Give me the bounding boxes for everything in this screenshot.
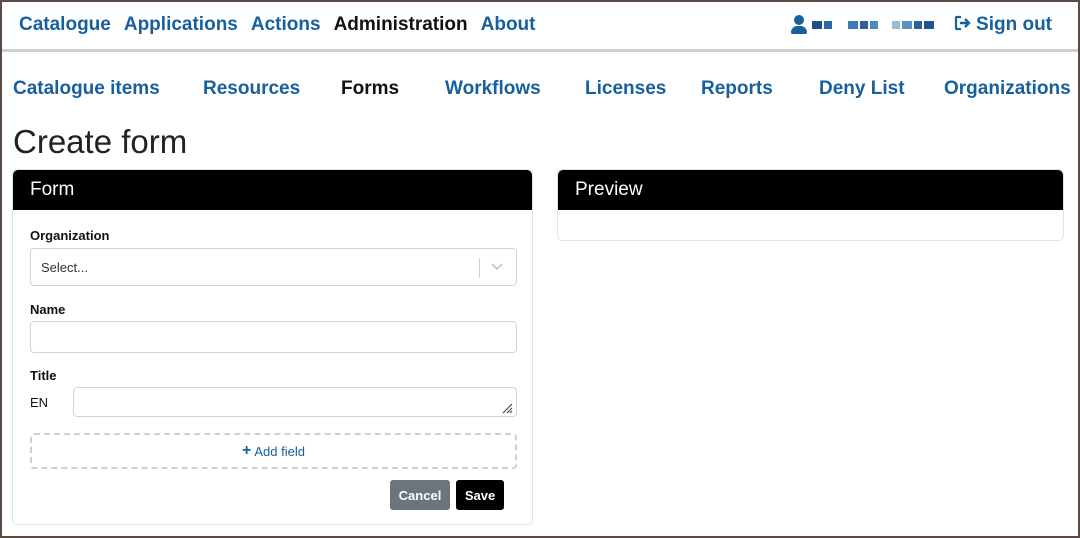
sign-out-icon — [954, 15, 972, 36]
sign-out-label: Sign out — [976, 14, 1052, 35]
organization-placeholder: Select... — [41, 260, 88, 275]
title-input-en[interactable] — [73, 387, 517, 417]
user-area: Sign out — [791, 14, 1052, 36]
admin-subnavigation: Catalogue items Resources Forms Workflow… — [2, 78, 1078, 104]
subnav-forms[interactable]: Forms — [341, 78, 399, 100]
form-card: Form Organization Select... Name Title E… — [12, 169, 533, 525]
add-field-label: Add field — [254, 443, 305, 459]
add-field-button[interactable]: + Add field — [30, 433, 517, 469]
subnav-catalogue-items[interactable]: Catalogue items — [13, 78, 160, 100]
subnav-organizations[interactable]: Organizations — [944, 78, 1071, 100]
user-menu[interactable] — [791, 15, 935, 35]
cancel-button[interactable]: Cancel — [390, 480, 450, 510]
subnav-workflows[interactable]: Workflows — [445, 78, 541, 100]
nav-catalogue[interactable]: Catalogue — [19, 14, 111, 36]
nav-actions[interactable]: Actions — [251, 14, 321, 36]
top-navigation: Catalogue Applications Actions Administr… — [2, 2, 1078, 48]
name-label: Name — [30, 302, 66, 317]
redacted-username — [812, 21, 935, 29]
organization-label: Organization — [30, 228, 110, 243]
subnav-licenses[interactable]: Licenses — [585, 78, 666, 100]
form-card-header: Form — [13, 170, 532, 210]
preview-card-header: Preview — [558, 170, 1063, 210]
sign-out-link[interactable]: Sign out — [954, 14, 1052, 36]
nav-applications[interactable]: Applications — [124, 14, 238, 36]
chevron-down-icon[interactable] — [488, 257, 506, 275]
select-separator — [479, 258, 480, 278]
preview-card: Preview — [557, 169, 1064, 241]
nav-about[interactable]: About — [481, 14, 536, 36]
title-label: Title — [30, 368, 57, 383]
user-icon — [791, 15, 808, 35]
nav-divider — [2, 49, 1078, 52]
subnav-resources[interactable]: Resources — [203, 78, 300, 100]
name-input[interactable] — [30, 321, 517, 353]
title-language-label: EN — [30, 395, 49, 410]
page-title: Create form — [13, 123, 188, 160]
subnav-reports[interactable]: Reports — [701, 78, 773, 100]
subnav-deny-list[interactable]: Deny List — [819, 78, 905, 100]
organization-select[interactable]: Select... — [30, 248, 517, 286]
nav-administration[interactable]: Administration — [334, 14, 468, 36]
save-button[interactable]: Save — [456, 480, 504, 510]
plus-icon: + — [242, 442, 252, 459]
